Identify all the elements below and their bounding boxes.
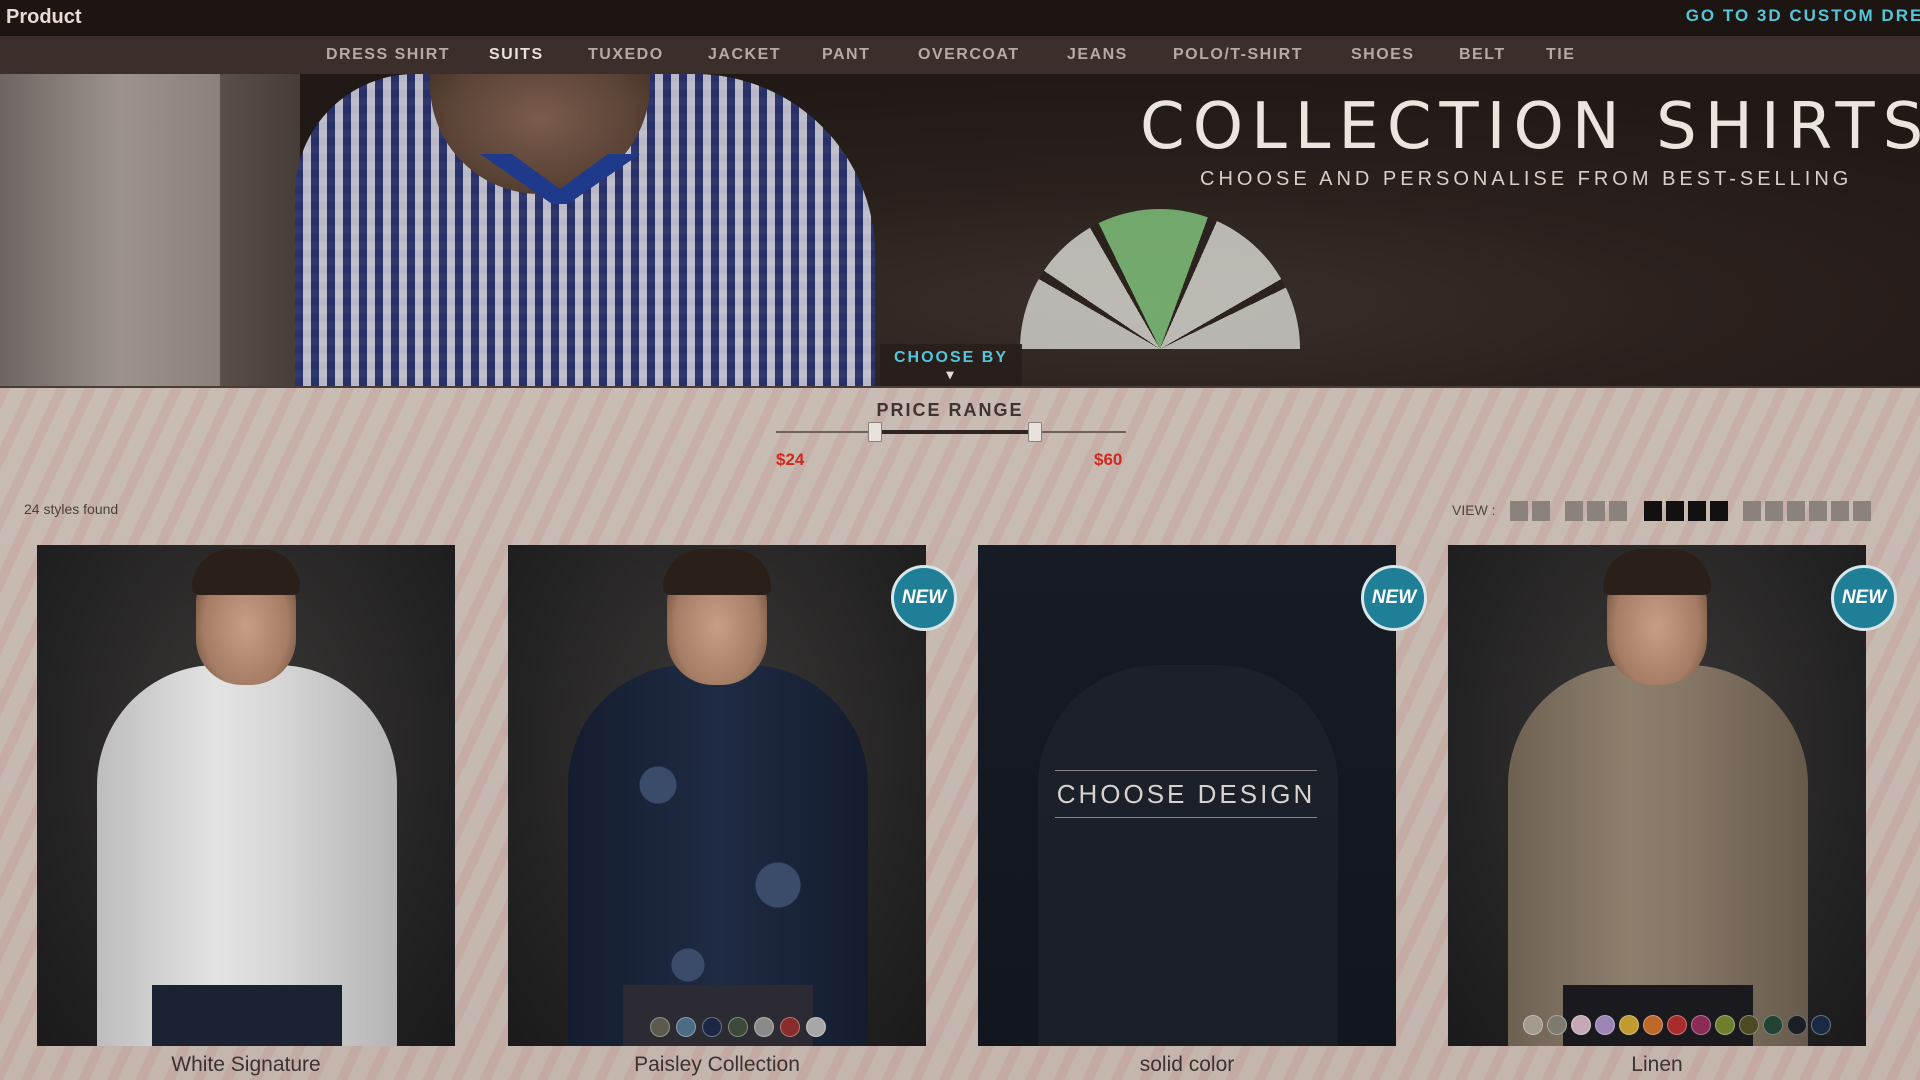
hero-title: COLLECTION SHIRTS — [1140, 90, 1920, 164]
hero-arched-window — [1020, 209, 1300, 349]
color-swatch[interactable] — [1811, 1015, 1831, 1035]
nav-item-shoes[interactable]: SHOES — [1351, 46, 1415, 64]
product-image-model-hair — [1603, 549, 1711, 595]
nav-item-jeans[interactable]: JEANS — [1067, 46, 1128, 64]
product-name[interactable]: solid color — [978, 1053, 1396, 1077]
color-swatch[interactable] — [1571, 1015, 1591, 1035]
product-name[interactable]: Paisley Collection — [508, 1053, 926, 1077]
product-image-model-hair — [192, 549, 300, 595]
nav-item-belt[interactable]: BELT — [1459, 46, 1506, 64]
custom-3d-link[interactable]: GO TO 3D CUSTOM DRESS — [1686, 6, 1920, 26]
nav-item-dress-shirt[interactable]: DRESS SHIRT — [326, 46, 450, 64]
color-swatch[interactable] — [754, 1017, 774, 1037]
price-range-slider[interactable] — [776, 422, 1126, 442]
product-name[interactable]: White Signature — [37, 1053, 455, 1077]
product-card-white-signature[interactable] — [37, 545, 455, 1046]
color-swatch[interactable] — [1667, 1015, 1687, 1035]
view-option-2-columns[interactable] — [1510, 501, 1550, 521]
nav-item-tuxedo[interactable]: TUXEDO — [588, 46, 664, 64]
color-swatch[interactable] — [702, 1017, 722, 1037]
price-min-handle[interactable] — [868, 422, 882, 442]
results-count: 24 styles found — [24, 501, 119, 517]
product-image-model-hair — [663, 549, 771, 595]
color-swatch[interactable] — [1787, 1015, 1807, 1035]
nav-item-polo-tshirt[interactable]: POLO/T-SHIRT — [1173, 46, 1303, 64]
product-card-linen[interactable] — [1448, 545, 1866, 1046]
color-swatches — [650, 1017, 826, 1037]
color-swatch[interactable] — [780, 1017, 800, 1037]
product-card-paisley-collection[interactable] — [508, 545, 926, 1046]
product-image-solid-shirt — [1038, 665, 1338, 1046]
choose-design-button[interactable]: CHOOSE DESIGN — [1055, 770, 1317, 818]
chevron-down-icon: ▾ — [946, 366, 956, 382]
top-bar: Product GO TO 3D CUSTOM DRESS — [0, 0, 1920, 36]
nav-item-overcoat[interactable]: OVERCOAT — [918, 46, 1019, 64]
new-badge: NEW — [891, 565, 957, 631]
color-swatch[interactable] — [1619, 1015, 1639, 1035]
nav-item-suits[interactable]: SUITS — [489, 46, 544, 64]
choose-by-toggle[interactable]: CHOOSE BY ▾ — [880, 344, 1022, 386]
new-badge: NEW — [1831, 565, 1897, 631]
hero-subtitle: CHOOSE AND PERSONALISE FROM BEST-SELLING — [1200, 168, 1853, 190]
nav-item-jacket[interactable]: JACKET — [708, 46, 781, 64]
color-swatch[interactable] — [676, 1017, 696, 1037]
color-swatch[interactable] — [650, 1017, 670, 1037]
category-nav: DRESS SHIRT SUITS TUXEDO JACKET PANT OVE… — [0, 36, 1920, 74]
section-divider — [0, 386, 1920, 388]
hero-wall-edge — [220, 74, 300, 386]
price-min-value: $24 — [776, 450, 805, 469]
color-swatch[interactable] — [1595, 1015, 1615, 1035]
view-label: VIEW : — [1452, 502, 1496, 518]
color-swatches — [1523, 1015, 1831, 1035]
color-swatch[interactable] — [1643, 1015, 1663, 1035]
price-max-value: $60 — [1094, 450, 1123, 469]
color-swatch[interactable] — [1691, 1015, 1711, 1035]
new-badge: NEW — [1361, 565, 1427, 631]
color-swatch[interactable] — [728, 1017, 748, 1037]
product-image-pants — [152, 985, 342, 1046]
choose-by-label: CHOOSE BY — [893, 349, 1008, 366]
price-range-title: PRICE RANGE — [876, 400, 1024, 420]
brand-label: Product — [6, 6, 82, 28]
price-range-selected-track — [874, 430, 1034, 434]
color-swatch[interactable] — [1763, 1015, 1783, 1035]
color-swatch[interactable] — [1715, 1015, 1735, 1035]
nav-item-tie[interactable]: TIE — [1546, 46, 1575, 64]
color-swatch[interactable] — [1739, 1015, 1759, 1035]
view-option-4-columns[interactable] — [1644, 501, 1728, 521]
product-name[interactable]: Linen — [1448, 1053, 1866, 1077]
view-option-6-columns[interactable] — [1743, 501, 1871, 521]
color-swatch[interactable] — [1547, 1015, 1567, 1035]
nav-item-pant[interactable]: PANT — [822, 46, 870, 64]
view-option-3-columns[interactable] — [1565, 501, 1627, 521]
price-max-handle[interactable] — [1028, 422, 1042, 442]
color-swatch[interactable] — [806, 1017, 826, 1037]
color-swatch[interactable] — [1523, 1015, 1543, 1035]
